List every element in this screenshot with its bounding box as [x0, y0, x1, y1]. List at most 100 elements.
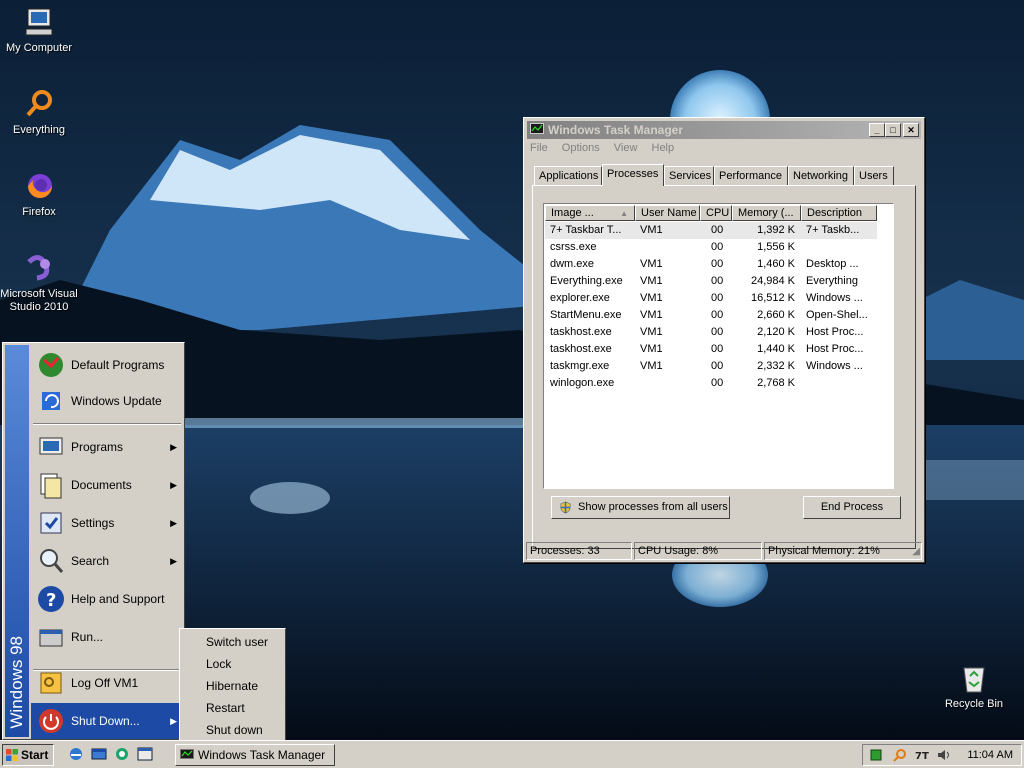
tab-services[interactable]: Services — [664, 166, 714, 185]
table-row[interactable]: Everything.exe VM1 00 24,984 K Everything — [545, 273, 877, 290]
end-process-button[interactable]: End Process — [803, 496, 901, 519]
table-row[interactable]: StartMenu.exe VM1 00 2,660 K Open-Shel... — [545, 307, 877, 324]
desktop-icon-label: Studio 2010 — [9, 301, 69, 313]
table-row[interactable]: taskhost.exe VM1 00 2,120 K Host Proc... — [545, 324, 877, 341]
table-row[interactable]: dwm.exe VM1 00 1,460 K Desktop ... — [545, 256, 877, 273]
menu-item-shut-down[interactable]: Shut down — [182, 719, 283, 741]
process-cell-image: Everything.exe — [550, 275, 623, 287]
table-row[interactable]: winlogon.exe 00 2,768 K — [545, 375, 877, 392]
process-cell-user: VM1 — [640, 224, 663, 236]
taskbar-tweaker-icon[interactable]: 7T — [915, 748, 929, 762]
menu-item-hibernate[interactable]: Hibernate — [182, 675, 283, 697]
help-icon: ? — [38, 586, 64, 612]
title-bar[interactable]: Windows Task Manager _ □ ✕ — [527, 121, 921, 139]
task-manager-app-icon — [180, 749, 194, 759]
quicklaunch-browser-icon[interactable] — [114, 746, 130, 762]
uac-shield-icon — [560, 501, 571, 514]
tab-networking[interactable]: Networking — [788, 166, 854, 185]
table-row[interactable]: csrss.exe 00 1,556 K — [545, 239, 877, 256]
table-row[interactable]: taskmgr.exe VM1 00 2,332 K Windows ... — [545, 358, 877, 375]
start-button[interactable]: Start — [2, 744, 54, 766]
process-cell-user: VM1 — [640, 326, 663, 338]
process-cell-cpu: 00 — [711, 326, 724, 338]
taskbar-button-label: Windows Task Manager — [198, 748, 326, 762]
column-image-name[interactable]: Image ... ▲ — [545, 205, 635, 221]
desktop-icon-visual-studio[interactable]: Microsoft Visual Studio 2010 — [0, 252, 81, 314]
process-cell-description: Windows ... — [806, 360, 863, 372]
process-list[interactable]: Image ... ▲ User Name CPU Memory (... De… — [543, 203, 894, 489]
desktop-icon-my-computer[interactable]: My Computer — [0, 6, 81, 55]
column-user-name[interactable]: User Name — [635, 205, 700, 221]
taskbar-button-task-manager[interactable]: Windows Task Manager — [175, 744, 335, 766]
start-button-label: Start — [21, 748, 49, 762]
resize-grip-icon[interactable]: ◢ — [912, 546, 920, 557]
process-cell-description: Host Proc... — [806, 326, 864, 338]
menu-item-switch-user[interactable]: Switch user — [182, 631, 283, 653]
start-menu-item-shut-down[interactable]: Shut Down... ▶ — [31, 703, 183, 739]
quicklaunch-window-icon[interactable] — [137, 746, 153, 762]
tab-processes[interactable]: Processes — [602, 164, 664, 186]
process-cell-cpu: 00 — [711, 309, 724, 321]
default-programs-icon — [39, 353, 63, 377]
table-row[interactable]: taskhost.exe VM1 00 1,440 K Host Proc... — [545, 341, 877, 358]
start-menu-item-programs[interactable]: Programs ▶ — [31, 429, 183, 465]
search-tray-icon[interactable] — [893, 748, 907, 762]
start-menu: Windows 98 Default Programs Windows Updat… — [2, 342, 185, 740]
desktop-icon-everything[interactable]: Everything — [0, 88, 81, 137]
process-cell-cpu: 00 — [711, 275, 724, 287]
quicklaunch-show-desktop-icon[interactable] — [91, 746, 107, 762]
tab-applications[interactable]: Applications — [534, 166, 602, 185]
start-menu-item-windows-update[interactable]: Windows Update — [31, 383, 183, 419]
menu-help[interactable]: Help — [652, 142, 675, 154]
process-cell-image: taskhost.exe — [550, 326, 612, 338]
menu-file[interactable]: File — [530, 142, 548, 154]
everything-search-icon — [26, 90, 52, 117]
desktop-icon-recycle-bin[interactable]: Recycle Bin — [932, 662, 1016, 711]
settings-icon — [40, 512, 62, 534]
table-row[interactable]: explorer.exe VM1 00 16,512 K Windows ... — [545, 290, 877, 307]
start-menu-item-search[interactable]: Search ▶ — [31, 543, 183, 579]
show-all-processes-label: Show processes from all users — [578, 501, 728, 513]
column-cpu[interactable]: CPU — [700, 205, 732, 221]
start-menu-item-label: Help and Support — [71, 592, 165, 606]
desktop-icon-label: Firefox — [22, 206, 56, 218]
desktop-icon-label: Everything — [13, 124, 65, 136]
my-computer-icon — [25, 8, 53, 36]
process-cell-description: Open-Shel... — [806, 309, 868, 321]
minimize-button[interactable]: _ — [869, 123, 885, 137]
taskbar-clock[interactable]: 11:04 AM — [967, 745, 1013, 765]
start-menu-item-documents[interactable]: Documents ▶ — [31, 467, 183, 503]
start-menu-item-default-programs[interactable]: Default Programs — [31, 347, 183, 383]
quicklaunch-internet-explorer-icon[interactable] — [68, 746, 84, 762]
start-menu-separator — [33, 669, 181, 671]
process-cell-image: taskmgr.exe — [550, 360, 610, 372]
svg-text:?: ? — [46, 590, 56, 611]
menu-item-restart[interactable]: Restart — [182, 697, 283, 719]
menu-options[interactable]: Options — [562, 142, 600, 154]
volume-icon[interactable] — [937, 748, 951, 762]
start-menu-item-help-and-support[interactable]: ? Help and Support — [31, 581, 183, 617]
start-menu-item-run[interactable]: Run... — [31, 619, 183, 655]
process-cell-cpu: 00 — [711, 224, 724, 236]
task-manager-window[interactable]: Windows Task Manager _ □ ✕ File Options … — [523, 117, 925, 563]
desktop-icon-label: Microsoft Visual — [0, 288, 78, 300]
maximize-button[interactable]: □ — [885, 123, 901, 137]
menu-view[interactable]: View — [614, 142, 638, 154]
tab-performance[interactable]: Performance — [714, 166, 788, 185]
close-button[interactable]: ✕ — [903, 123, 919, 137]
process-cell-memory: 2,660 K — [757, 309, 795, 321]
search-icon — [40, 549, 64, 573]
table-row[interactable]: 7+ Taskbar T... VM1 00 1,392 K 7+ Taskb... — [545, 222, 877, 239]
desktop-icon-firefox[interactable]: Firefox — [0, 170, 81, 219]
menu-item-lock[interactable]: Lock — [182, 653, 283, 675]
column-memory[interactable]: Memory (... — [732, 205, 801, 221]
start-menu-item-settings[interactable]: Settings ▶ — [31, 505, 183, 541]
process-cell-memory: 1,556 K — [757, 241, 795, 253]
show-all-processes-button[interactable]: Show processes from all users — [551, 496, 730, 519]
process-cell-cpu: 00 — [711, 241, 724, 253]
process-list-header: Image ... ▲ User Name CPU Memory (... De… — [545, 205, 892, 221]
tab-users[interactable]: Users — [854, 166, 894, 185]
column-description[interactable]: Description — [801, 205, 877, 221]
green-square-icon[interactable] — [869, 748, 883, 762]
process-cell-image: StartMenu.exe — [550, 309, 622, 321]
